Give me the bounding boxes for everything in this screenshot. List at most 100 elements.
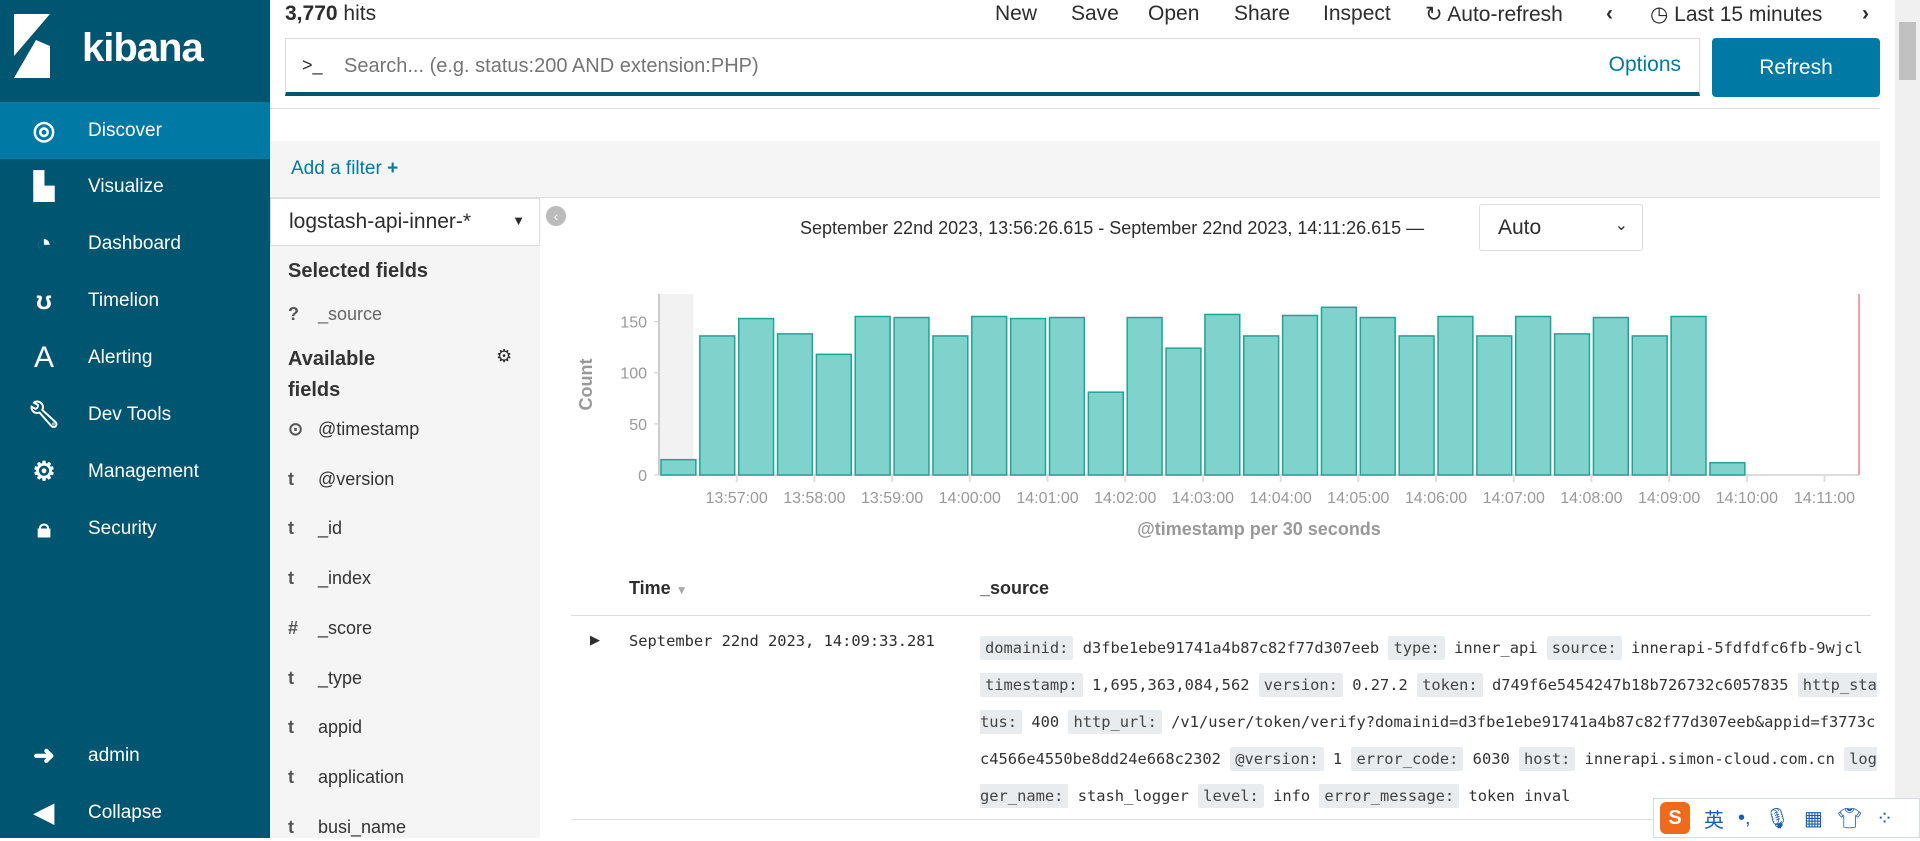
logout-icon: ➜ [33,740,55,770]
source-value: 1,695,363,084,562 [1091,676,1250,694]
histogram-bar [1126,316,1163,476]
collapse-panel-icon[interactable]: ‹ [546,206,566,226]
histogram-bar [1670,315,1707,476]
field-item[interactable]: ? _source [288,304,382,325]
sidebar-item-dashboard[interactable]: ◔ Dashboard [0,215,270,272]
source-key: version: [1258,673,1343,697]
x-tick-label: 14:11:00 [1794,490,1855,507]
refresh-button[interactable]: Refresh [1712,38,1880,97]
sidebar-item-label: Alerting [88,346,153,368]
histogram-bar [776,333,814,476]
scrollbar-thumb[interactable] [1899,22,1916,80]
sidebar-item-label: Discover [88,119,162,141]
share-button[interactable]: Share [1234,2,1290,26]
auto-refresh-button[interactable]: ↻ Auto-refresh [1425,2,1563,27]
divider [270,108,1880,109]
sidebar-item-alerting[interactable]: A Alerting [0,329,270,386]
scrollbar[interactable] [1895,0,1920,838]
time-back-chevron-icon[interactable]: ‹ [1606,2,1613,26]
keyboard-icon[interactable]: ▦ [1804,806,1823,831]
x-tick-label: 14:00:00 [939,490,1001,507]
histogram-bar [1281,314,1319,476]
source-key: @version: [1230,747,1324,771]
source-value: d3fbe1ebe91741a4b87c82f77d307eeb [1082,639,1380,657]
source-key: host: [1519,747,1576,771]
sogou-logo-icon[interactable]: S [1660,802,1690,834]
field-item[interactable]: t application [288,767,404,788]
source-value: 400 [1031,713,1060,731]
open-button[interactable]: Open [1148,2,1199,26]
time-column-header[interactable]: Time ▼ [629,578,688,599]
sidebar-item-label: Dev Tools [88,403,172,425]
x-tick-label: 13:57:00 [706,490,768,507]
table-header-divider [571,615,1871,616]
options-button[interactable]: Options [1609,53,1681,77]
field-item[interactable]: t _index [288,568,371,589]
source-key: level: [1198,784,1264,808]
row-source: domainid: d3fbe1ebe91741a4b87c82f77d307e… [980,630,1880,815]
inspect-button[interactable]: Inspect [1323,2,1391,26]
histogram-bar [1476,335,1513,476]
source-column-header: _source [980,578,1050,598]
source-value: innerapi.simon-cloud.com.cn [1584,750,1835,768]
save-button[interactable]: Save [1071,2,1119,26]
field-item[interactable]: t _type [288,668,362,689]
histogram-chart: 0 50 100 150 13:57:00 13:58:00 13:59:00 14:00:0… [576,294,1860,539]
ime-language[interactable]: 英 [1704,804,1724,833]
sidebar-item-user[interactable]: ➜ admin [0,727,270,784]
histogram-bar [1553,333,1591,476]
sidebar-item-security[interactable]: 🔒︎ Security [0,500,270,557]
histogram-bar [737,317,775,476]
field-item[interactable]: t appid [288,717,362,738]
field-item[interactable]: t @version [288,469,394,490]
interval-select[interactable]: Auto ⌄ [1479,204,1643,251]
histogram-bar [1631,335,1668,476]
source-value: innerapi-5fdfdfc6fb-9wjcl [1630,639,1863,657]
index-pattern-select[interactable]: logstash-api-inner-* ▼ [270,198,540,246]
available-fields-title: Available fields [288,348,376,401]
field-item[interactable]: ⊙ @timestamp [288,419,419,440]
x-tick-label: 14:08:00 [1560,490,1622,507]
field-item[interactable]: t _id [288,518,342,539]
expand-row-icon[interactable]: ▶ [590,632,600,648]
sidebar-item-label: Visualize [88,175,164,197]
time-forward-chevron-icon[interactable]: › [1862,2,1869,26]
ime-punctuation[interactable]: •, [1738,807,1751,830]
sidebar-item-visualize[interactable]: ▙ Visualize [0,158,270,215]
x-tick-label: 14:02:00 [1094,490,1156,507]
compass-icon: ◎ [32,115,56,145]
sidebar-item-discover[interactable]: ◎ Discover [0,102,270,159]
field-item[interactable]: # _score [288,618,372,639]
histogram-bar [815,353,853,476]
histogram-bar [1009,317,1047,476]
kibana-logo-icon [14,14,50,78]
source-value: 0.27.2 [1352,676,1408,694]
add-filter-button[interactable]: Add a filter + [291,158,398,180]
source-value: inner_api [1454,639,1538,657]
bear-icon: ʊ [35,285,53,315]
y-tick-label: 100 [620,366,647,383]
histogram-bar [971,315,1008,476]
sidebar-item-label: Timelion [88,289,160,311]
search-input[interactable] [344,49,1544,83]
out-of-range-shade [659,294,694,475]
sidebar-collapse[interactable]: ◀ Collapse [0,784,270,841]
sidebar-item-management[interactable]: ⚙ Management [0,443,270,500]
wrench-icon: 🔧︎ [27,399,61,429]
microphone-icon[interactable]: 🎙︎ [1765,806,1790,831]
gear-icon[interactable]: ⚙ [496,346,512,367]
y-tick-label: 150 [620,315,647,332]
skin-shirt-icon[interactable]: 👕︎ [1837,806,1862,831]
x-tick-label: 14:10:00 [1716,490,1778,507]
source-key: domainid: [980,636,1074,660]
new-button[interactable]: New [995,2,1037,26]
brand-name: kibana [82,26,204,70]
caret-down-icon: ▼ [512,213,525,228]
histogram-bar [1165,347,1202,476]
field-item[interactable]: t busi_name [288,817,406,838]
source-value: token inval [1468,787,1571,805]
sidebar-item-dev-tools[interactable]: 🔧︎ Dev Tools [0,386,270,443]
toolbox-icon[interactable]: ⁘ [1876,806,1893,831]
sidebar-item-timelion[interactable]: ʊ Timelion [0,272,270,329]
time-picker-button[interactable]: ◷ Last 15 minutes [1650,2,1822,27]
